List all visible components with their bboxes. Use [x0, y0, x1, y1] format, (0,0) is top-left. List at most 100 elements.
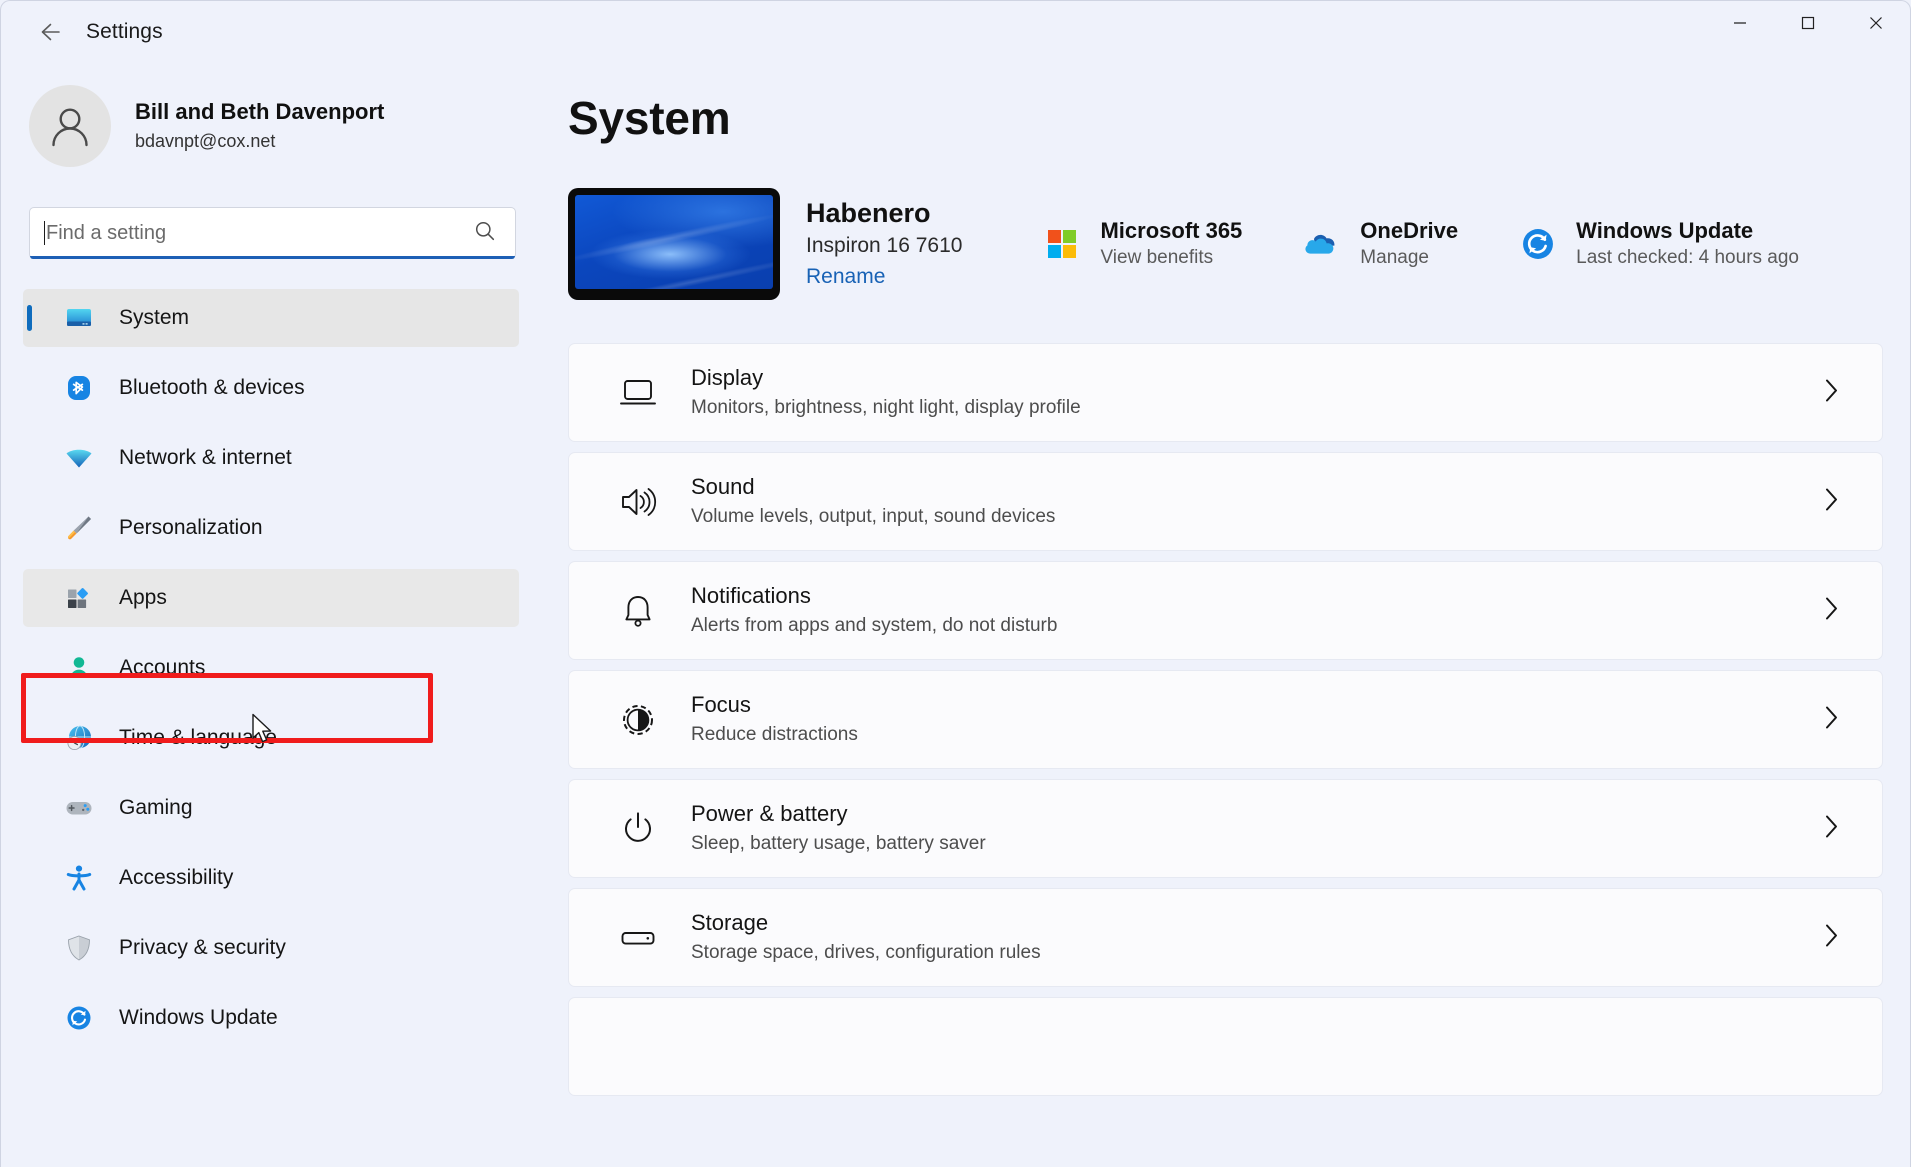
- account-email: bdavnpt@cox.net: [135, 131, 276, 152]
- system-monitor-icon: [61, 300, 97, 336]
- account-card[interactable]: Bill and Beth Davenport bdavnpt@cox.net: [1, 63, 541, 167]
- search-icon[interactable]: [473, 219, 497, 248]
- windows-update-icon: [1516, 222, 1560, 266]
- card-subtitle: Volume levels, output, input, sound devi…: [691, 505, 1056, 527]
- sidebar-item-label: Personalization: [119, 516, 263, 539]
- person-icon: [61, 650, 97, 686]
- sidebar-item-system[interactable]: System: [23, 289, 519, 347]
- bluetooth-icon: [61, 370, 97, 406]
- close-button[interactable]: [1842, 1, 1910, 45]
- apps-blocks-icon: [61, 580, 97, 616]
- power-icon: [615, 810, 661, 848]
- card-subtitle: Reduce distractions: [691, 723, 858, 745]
- back-arrow-icon: [41, 23, 60, 41]
- device-model: Inspiron 16 7610: [806, 234, 963, 258]
- rename-link[interactable]: Rename: [806, 262, 962, 291]
- device-name: Habenero: [806, 197, 931, 228]
- sidebar-item-label: Network & internet: [119, 446, 292, 469]
- card-subtitle: Alerts from apps and system, do not dist…: [691, 614, 1058, 636]
- selection-indicator: [27, 305, 32, 331]
- status-tile-title: Microsoft 365: [1100, 218, 1243, 244]
- page-title: System: [568, 92, 731, 144]
- sidebar-item-label: Windows Update: [119, 1006, 278, 1029]
- card-title: Notifications: [691, 582, 811, 608]
- card-subtitle: Sleep, battery usage, battery saver: [691, 832, 986, 854]
- settings-card-list: Display Monitors, brightness, night ligh…: [568, 343, 1910, 1096]
- wifi-icon: [61, 440, 97, 476]
- minimize-icon: [1734, 22, 1746, 24]
- status-tile-title: Windows Update: [1576, 218, 1754, 244]
- chevron-right-icon: [1822, 485, 1842, 518]
- settings-card-power-battery[interactable]: Power & battery Sleep, battery usage, ba…: [568, 779, 1883, 878]
- sidebar-item-label: Privacy & security: [119, 936, 286, 959]
- search-input[interactable]: Find a setting: [29, 207, 516, 259]
- account-name: Bill and Beth Davenport: [135, 98, 385, 124]
- gamepad-icon: [61, 790, 97, 826]
- status-tile-subtitle: View benefits: [1100, 247, 1214, 269]
- app-title: Settings: [86, 20, 163, 43]
- card-title: Display: [691, 364, 764, 390]
- sidebar-item-label: System: [119, 306, 190, 329]
- settings-card-display[interactable]: Display Monitors, brightness, night ligh…: [568, 343, 1883, 442]
- settings-window: Settings Bill and Beth Davenport bdavnpt…: [0, 0, 1911, 1167]
- minimize-button[interactable]: [1706, 1, 1774, 45]
- chevron-right-icon: [1822, 376, 1842, 409]
- status-tile-onedrive[interactable]: OneDrive Manage: [1294, 211, 1464, 277]
- settings-card-sound[interactable]: Sound Volume levels, output, input, soun…: [568, 452, 1883, 551]
- sidebar-item-label: Accounts: [119, 656, 206, 679]
- sidebar-item-label: Time & language: [119, 726, 277, 749]
- settings-card-focus[interactable]: Focus Reduce distractions: [568, 670, 1883, 769]
- chevron-right-icon: [1822, 703, 1842, 736]
- wallpaper-preview: [575, 195, 773, 289]
- sidebar-item-time-language[interactable]: Time & language: [23, 709, 519, 767]
- device-summary-row: Habenero Inspiron 16 7610 Rename Microso…: [568, 185, 1910, 303]
- laptop-wallpaper-thumbnail: [568, 188, 780, 300]
- sidebar-nav: System Bluetooth & devices Network & int…: [1, 289, 541, 1047]
- search-field-wrapper: Find a setting: [29, 207, 516, 259]
- settings-card-storage[interactable]: Storage Storage space, drives, configura…: [568, 888, 1883, 987]
- sidebar-item-apps[interactable]: Apps: [23, 569, 519, 627]
- maximize-icon: [1801, 16, 1815, 30]
- search-focus-underline: [30, 256, 515, 259]
- focus-icon: [615, 702, 661, 738]
- settings-card-partial[interactable]: [568, 997, 1883, 1096]
- sidebar-item-label: Apps: [119, 586, 167, 609]
- bell-icon: [615, 593, 661, 629]
- person-avatar-icon: [52, 108, 88, 147]
- sidebar-item-personalization[interactable]: Personalization: [23, 499, 519, 557]
- card-title: Power & battery: [691, 800, 848, 826]
- sidebar-item-accessibility[interactable]: Accessibility: [23, 849, 519, 907]
- paintbrush-icon: [61, 510, 97, 546]
- sidebar-item-label: Gaming: [119, 796, 193, 819]
- settings-card-notifications[interactable]: Notifications Alerts from apps and syste…: [568, 561, 1883, 660]
- status-tile-subtitle: Manage: [1360, 247, 1429, 269]
- sidebar-item-privacy-security[interactable]: Privacy & security: [23, 919, 519, 977]
- close-icon: [1870, 17, 1882, 29]
- status-tile-title: OneDrive: [1360, 218, 1459, 244]
- sidebar-item-accounts[interactable]: Accounts: [23, 639, 519, 697]
- status-tiles: Microsoft 365 View benefits OneDrive Man…: [1034, 211, 1851, 277]
- card-subtitle: Monitors, brightness, night light, displ…: [691, 396, 1081, 418]
- device-info: Habenero Inspiron 16 7610 Rename: [806, 197, 962, 292]
- sidebar-item-bluetooth-devices[interactable]: Bluetooth & devices: [23, 359, 519, 417]
- sidebar-item-network-internet[interactable]: Network & internet: [23, 429, 519, 487]
- back-button[interactable]: [26, 10, 70, 54]
- card-title: Sound: [691, 473, 755, 499]
- status-tile-microsoft365[interactable]: Microsoft 365 View benefits: [1034, 211, 1248, 277]
- status-tile-windows-update[interactable]: Windows Update Last checked: 4 hours ago: [1510, 211, 1805, 277]
- sidebar: Bill and Beth Davenport bdavnpt@cox.net …: [1, 63, 541, 1167]
- card-subtitle: Storage space, drives, configuration rul…: [691, 941, 1041, 963]
- onedrive-cloud-icon: [1300, 222, 1344, 266]
- sidebar-item-windows-update[interactable]: Windows Update: [23, 989, 519, 1047]
- speaker-icon: [615, 485, 661, 519]
- accessibility-icon: [61, 860, 97, 896]
- microsoft-logo-icon: [1040, 222, 1084, 266]
- sidebar-item-label: Bluetooth & devices: [119, 376, 305, 399]
- chevron-right-icon: [1822, 921, 1842, 954]
- windows-update-icon: [61, 1000, 97, 1036]
- monitor-icon: [615, 377, 661, 409]
- sidebar-item-gaming[interactable]: Gaming: [23, 779, 519, 837]
- maximize-button[interactable]: [1774, 1, 1842, 45]
- chevron-right-icon: [1822, 812, 1842, 845]
- shield-icon: [61, 930, 97, 966]
